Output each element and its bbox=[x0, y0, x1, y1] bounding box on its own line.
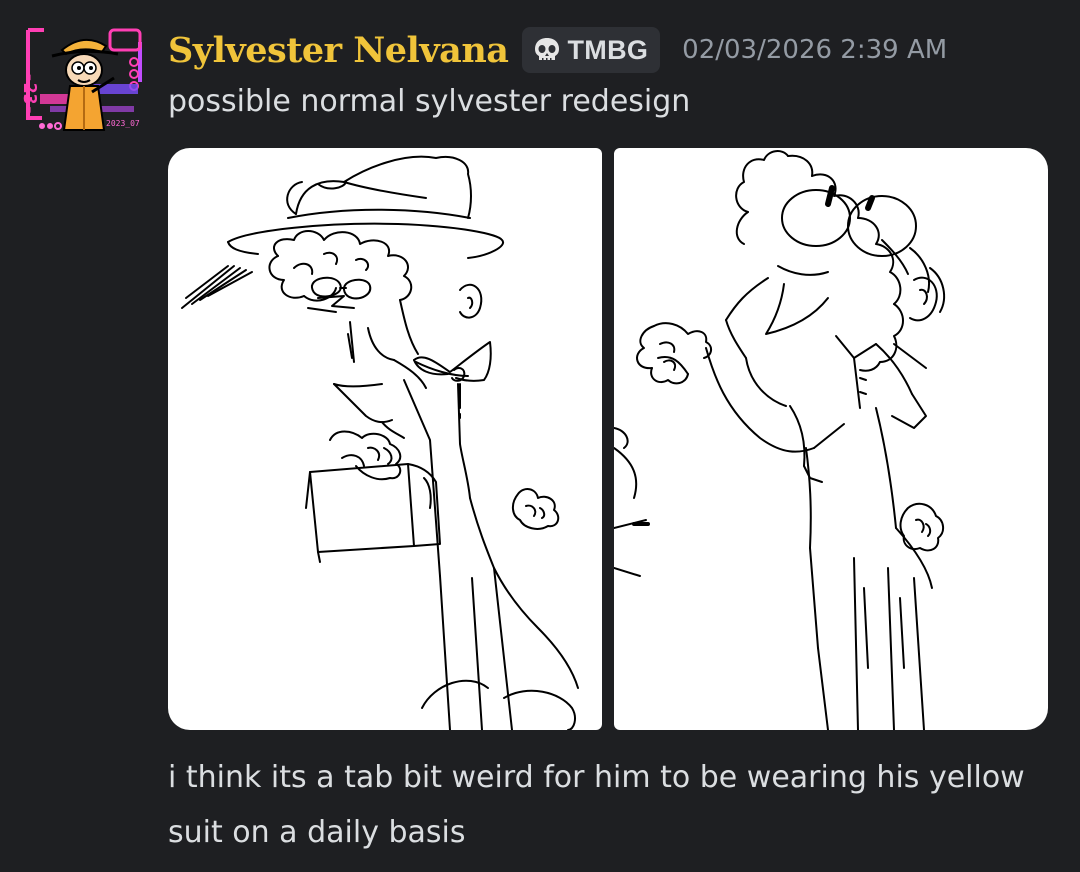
author-name[interactable]: Sylvester Nelvana bbox=[168, 30, 509, 71]
author-avatar[interactable]: -23- 2023_07 bbox=[19, 22, 146, 134]
svg-text:2023_07: 2023_07 bbox=[106, 119, 140, 128]
skull-icon bbox=[532, 35, 562, 65]
character-sketch-with-hat-image bbox=[181, 155, 579, 730]
message-header: Sylvester Nelvana TMBG 02/03/2026 2:39 A… bbox=[168, 26, 947, 74]
message-content: possible normal sylvester redesign bbox=[168, 84, 691, 119]
message-followup-text: i think its a tab bit weird for him to b… bbox=[168, 760, 1025, 850]
image-attachment-2[interactable] bbox=[614, 148, 1048, 730]
chat-message: -23- 2023_07 Sylvester Nelvana TMBG 02/0… bbox=[0, 0, 1080, 872]
server-tag-label: TMBG bbox=[567, 34, 649, 65]
character-sketch-curly-hair-image bbox=[614, 150, 946, 730]
svg-text:-23-: -23- bbox=[22, 72, 40, 115]
message-timestamp[interactable]: 02/03/2026 2:39 AM bbox=[682, 35, 947, 65]
image-attachment-1[interactable] bbox=[168, 148, 602, 730]
server-tag[interactable]: TMBG bbox=[522, 27, 661, 73]
avatar-image: -23- 2023_07 bbox=[19, 26, 142, 131]
